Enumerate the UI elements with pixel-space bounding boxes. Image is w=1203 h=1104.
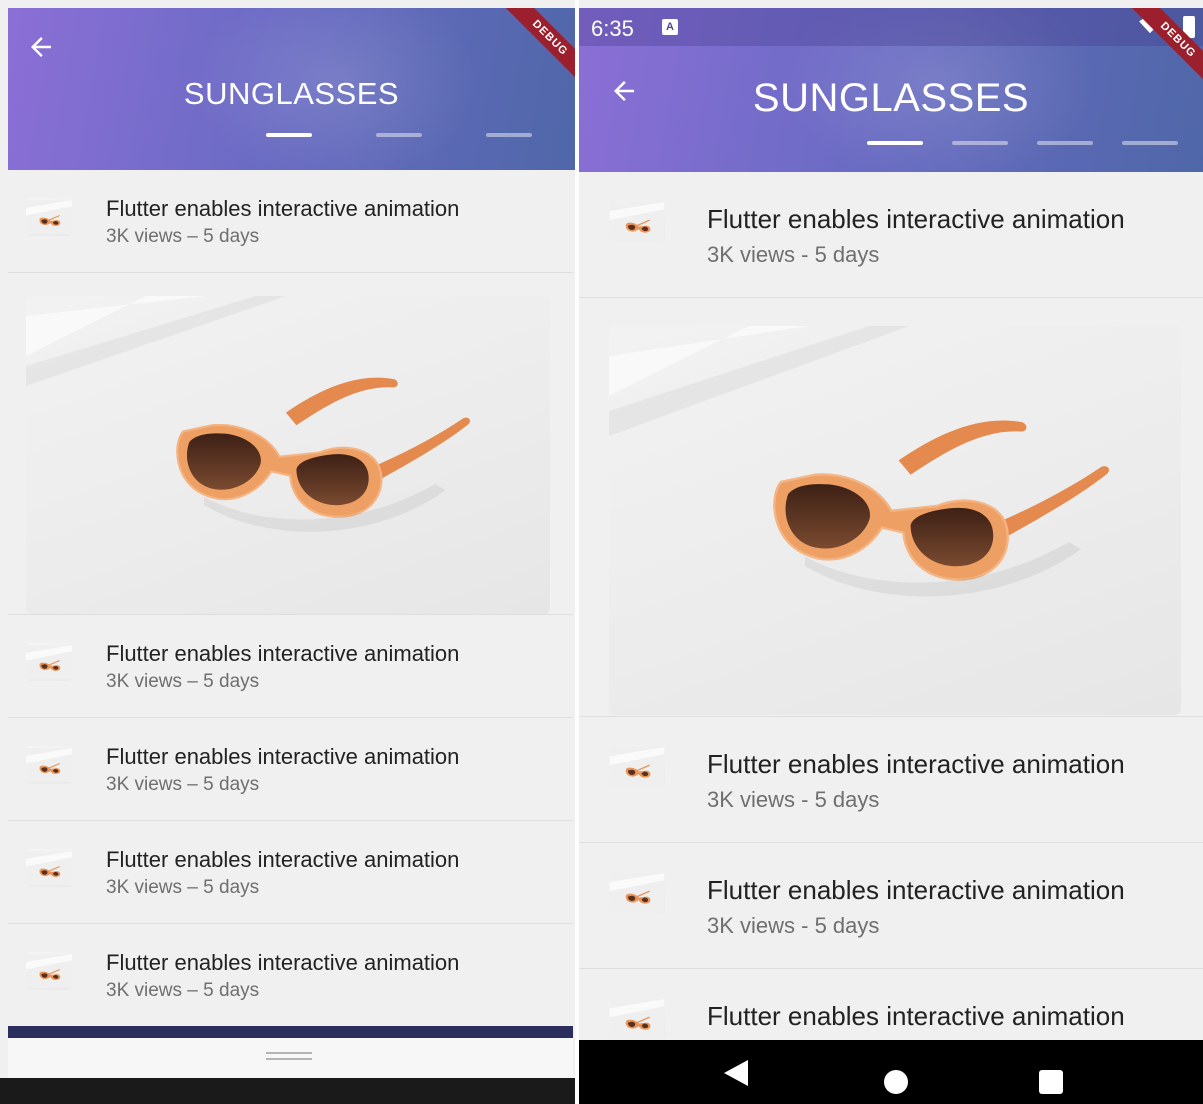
page-indicator (266, 133, 532, 137)
list-item-title: Flutter enables interactive animation (707, 749, 1125, 779)
app-bar: 6:35 A SUNGLASSES DEBUG (579, 8, 1203, 172)
thumbnail-image (26, 643, 72, 681)
list-item[interactable]: Flutter enables interactive animation 3K… (8, 718, 573, 821)
page-indicator-tab-3[interactable] (1037, 141, 1093, 145)
page-indicator-tab-1[interactable] (266, 133, 312, 137)
page-indicator (867, 141, 1178, 145)
thumbnail-image (26, 198, 72, 236)
page-indicator-tab-3[interactable] (486, 133, 532, 137)
notification-icon: A (662, 19, 678, 35)
list-item-title: Flutter enables interactive animation (707, 204, 1125, 234)
featured-image[interactable] (609, 326, 1181, 715)
page-title: SUNGLASSES (183, 76, 400, 111)
thumbnail-image (26, 952, 72, 990)
system-navigation-bar (579, 1040, 1203, 1104)
featured-image[interactable] (26, 296, 550, 614)
back-arrow-icon[interactable] (26, 32, 56, 62)
page-indicator-tab-4[interactable] (1122, 141, 1178, 145)
page-indicator-tab-2[interactable] (952, 141, 1008, 145)
list-item-subtitle: 3K views - 5 days (707, 913, 880, 938)
list-item-title: Flutter enables interactive animation (106, 196, 460, 221)
list-item-subtitle: 3K views - 5 days (707, 787, 880, 812)
list-item-title: Flutter enables interactive animation (106, 744, 460, 769)
page-indicator-tab-1[interactable] (867, 141, 923, 145)
bottom-sheet-handle-area[interactable] (8, 1038, 573, 1078)
list-item-subtitle: 3K views – 5 days (106, 774, 260, 795)
nav-back-icon[interactable] (724, 1060, 748, 1086)
thumbnail-image (26, 849, 72, 887)
list-item-subtitle: 3K views – 5 days (106, 226, 260, 247)
thumbnail-image (609, 202, 665, 242)
thumbnail-image (26, 746, 72, 784)
list-item-title: Flutter enables interactive animation (106, 950, 460, 975)
bottom-sheet-bar (8, 1026, 573, 1038)
right-phone-screen: 6:35 A SUNGLASSES DEBUG Flutter enables … (579, 0, 1203, 1104)
thumbnail-image (609, 999, 665, 1039)
list-item[interactable]: Flutter enables interactive animation 3K… (579, 843, 1203, 969)
list-item[interactable]: Flutter enables interactive animation 3K… (8, 615, 573, 718)
page-indicator-tab-2[interactable] (376, 133, 422, 137)
list-item-title: Flutter enables interactive animation (106, 641, 460, 666)
status-bar: 6:35 A (579, 8, 1203, 46)
nav-home-icon[interactable] (884, 1070, 908, 1094)
list-item-title: Flutter enables interactive animation (707, 1001, 1125, 1031)
list-item-subtitle: 3K views – 5 days (106, 980, 260, 1001)
list-item-subtitle: 3K views – 5 days (106, 877, 260, 898)
system-nav-strip (0, 1078, 575, 1104)
list-item-subtitle: 3K views - 5 days (707, 242, 880, 267)
thumbnail-image (609, 873, 665, 913)
list-item[interactable]: Flutter enables interactive animation 3K… (8, 924, 573, 1027)
list-item-title: Flutter enables interactive animation (106, 847, 460, 872)
debug-banner: DEBUG (504, 8, 575, 84)
app-bar: SUNGLASSES DEBUG (8, 8, 575, 170)
status-time: 6:35 (591, 16, 634, 41)
list-item[interactable]: Flutter enables interactive animation 3K… (579, 172, 1203, 298)
page-title: SUNGLASSES (752, 76, 1030, 120)
list-item[interactable]: Flutter enables interactive animation 3K… (8, 821, 573, 924)
left-phone-screen: SUNGLASSES DEBUG Flutter enables interac… (0, 0, 575, 1104)
nav-recents-icon[interactable] (1039, 1070, 1063, 1094)
list-item-title: Flutter enables interactive animation (707, 875, 1125, 905)
drag-handle-icon[interactable] (266, 1052, 312, 1060)
list-item[interactable]: Flutter enables interactive animation 3K… (579, 717, 1203, 843)
thumbnail-image (609, 747, 665, 787)
list-item-subtitle: 3K views – 5 days (106, 671, 260, 692)
list-item[interactable]: Flutter enables interactive animation 3K… (8, 170, 573, 273)
